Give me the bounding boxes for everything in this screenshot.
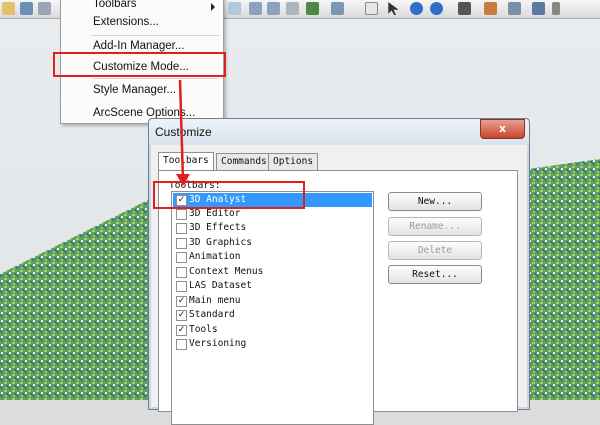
select-cursor-icon[interactable] [388, 2, 399, 15]
measure-icon[interactable] [484, 2, 497, 15]
full-extent-icon[interactable] [365, 2, 378, 15]
menu-separator [91, 78, 219, 79]
checkbox[interactable] [176, 339, 187, 350]
list-item[interactable]: ✓ Main menu [173, 294, 372, 308]
layer-icon[interactable] [508, 2, 521, 15]
pan-icon[interactable] [286, 2, 299, 15]
chevron-down-icon[interactable] [552, 2, 560, 15]
checkbox[interactable] [176, 238, 187, 249]
list-item[interactable]: LAS Dataset [173, 279, 372, 293]
menu-separator [91, 35, 219, 36]
checkbox[interactable]: ✓ [176, 325, 187, 336]
info-icon[interactable] [430, 2, 443, 15]
add-data-icon[interactable] [228, 2, 241, 15]
folder-icon[interactable] [2, 2, 15, 15]
delete-button[interactable]: Delete [388, 241, 482, 260]
checkbox[interactable] [176, 267, 187, 278]
binoculars-icon[interactable] [458, 2, 471, 15]
print-icon[interactable] [38, 2, 51, 15]
zoom-out-icon[interactable] [267, 2, 280, 15]
checkbox[interactable] [176, 209, 187, 220]
list-item[interactable]: Context Menus [173, 265, 372, 279]
reset-button[interactable]: Reset... [388, 265, 482, 284]
tab-toolbars[interactable]: Toolbars [158, 152, 214, 171]
annotation-highlight-box [153, 181, 305, 209]
dialog-titlebar[interactable]: Customize x [149, 119, 529, 145]
close-icon: x [498, 122, 507, 135]
checkbox[interactable]: ✓ [176, 296, 187, 307]
list-item[interactable]: 3D Graphics [173, 236, 372, 250]
cube-icon[interactable] [532, 2, 545, 15]
close-button[interactable]: x [480, 119, 525, 139]
toolbars-list[interactable]: ✓ 3D Analyst 3D Editor 3D Effects 3D Gra… [171, 191, 374, 425]
menu-item-style-manager[interactable]: Style Manager... [93, 81, 176, 99]
list-item[interactable]: ✓ Standard [173, 308, 372, 322]
globe-icon[interactable] [306, 2, 319, 15]
list-item[interactable]: ✓ Tools [173, 323, 372, 337]
checkbox[interactable] [176, 223, 187, 234]
menu-item-toolbars[interactable]: Toolbars [93, 0, 136, 13]
checkbox[interactable] [176, 252, 187, 263]
identify-icon[interactable] [410, 2, 423, 15]
dialog-title: Customize [155, 125, 212, 139]
new-button[interactable]: New... [388, 192, 482, 211]
menu-item-extensions[interactable]: Extensions... [93, 13, 159, 31]
list-item[interactable]: Animation [173, 250, 372, 264]
list-item[interactable]: 3D Effects [173, 221, 372, 235]
navigate-icon[interactable] [331, 2, 344, 15]
checkbox[interactable]: ✓ [176, 310, 187, 321]
submenu-arrow-icon [211, 3, 215, 11]
list-item[interactable]: Versioning [173, 337, 372, 351]
save-icon[interactable] [20, 2, 33, 15]
tab-options[interactable]: Options [268, 153, 319, 170]
checkbox[interactable] [176, 281, 187, 292]
customize-dialog: Customize x Toolbars Commands Options To… [148, 118, 530, 425]
zoom-in-icon[interactable] [249, 2, 262, 15]
annotation-highlight-box [53, 52, 226, 77]
rename-button[interactable]: Rename... [388, 217, 482, 236]
tab-commands[interactable]: Commands [216, 153, 272, 170]
list-item[interactable]: 3D Editor [173, 207, 372, 221]
